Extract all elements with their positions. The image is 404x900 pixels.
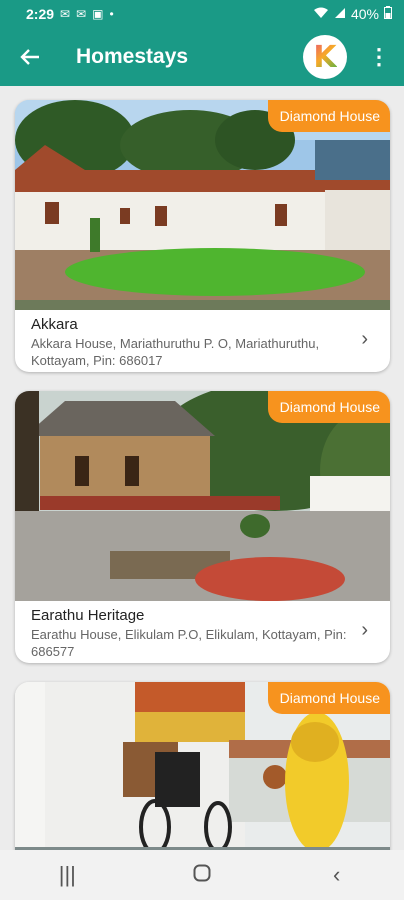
homestay-photo: Diamond House [15, 391, 390, 601]
photos-icon: ▣ [92, 7, 104, 21]
chevron-right-icon: › [361, 328, 368, 350]
status-bar: 2:29 ✉ ✉ ▣ • 40% [0, 0, 404, 28]
diamond-house-badge: Diamond House [267, 682, 390, 714]
gmail-icon: ✉ [60, 7, 71, 21]
back-arrow-icon[interactable] [0, 28, 60, 86]
homestay-photo: Diamond House [15, 100, 390, 310]
homestay-card[interactable]: Diamond House Earathu Heritage Earathu H… [15, 391, 390, 663]
diamond-house-badge: Diamond House [267, 391, 390, 423]
status-time: 2:29 [26, 6, 55, 22]
homestay-name: Akkara [31, 316, 78, 333]
homestay-card[interactable]: Diamond House [15, 682, 390, 850]
battery-level: 40% [350, 6, 379, 22]
back-icon[interactable]: ‹ [307, 862, 367, 888]
dot-icon: • [109, 7, 114, 21]
more-options-icon[interactable]: ⋮ [362, 40, 396, 74]
homestay-address: Akkara House, Mariathuruthu P. O, Mariat… [31, 336, 320, 368]
app-bar: Homestays K ⋮ [0, 28, 404, 86]
wifi-icon [313, 6, 329, 22]
page-title: Homestays [76, 45, 189, 68]
signal-icon [334, 6, 346, 22]
gmail-icon: ✉ [76, 7, 87, 21]
logo-letter: K [313, 39, 337, 75]
homestay-address: Earathu House, Elikulam P.O, Elikulam, K… [31, 627, 347, 659]
battery-icon [384, 6, 392, 22]
app-logo[interactable]: K [303, 35, 347, 79]
chevron-right-icon: › [361, 619, 368, 641]
homestay-list: Diamond House Akkara Akkara House, Maria… [0, 86, 404, 850]
recent-apps-icon[interactable]: ||| [37, 862, 97, 888]
home-icon[interactable] [172, 862, 232, 888]
homestay-photo: Diamond House [15, 682, 390, 850]
system-nav-bar: ||| ‹ [0, 850, 404, 900]
homestay-card[interactable]: Diamond House Akkara Akkara House, Maria… [15, 100, 390, 372]
homestay-name: Earathu Heritage [31, 607, 145, 624]
diamond-house-badge: Diamond House [267, 100, 390, 132]
